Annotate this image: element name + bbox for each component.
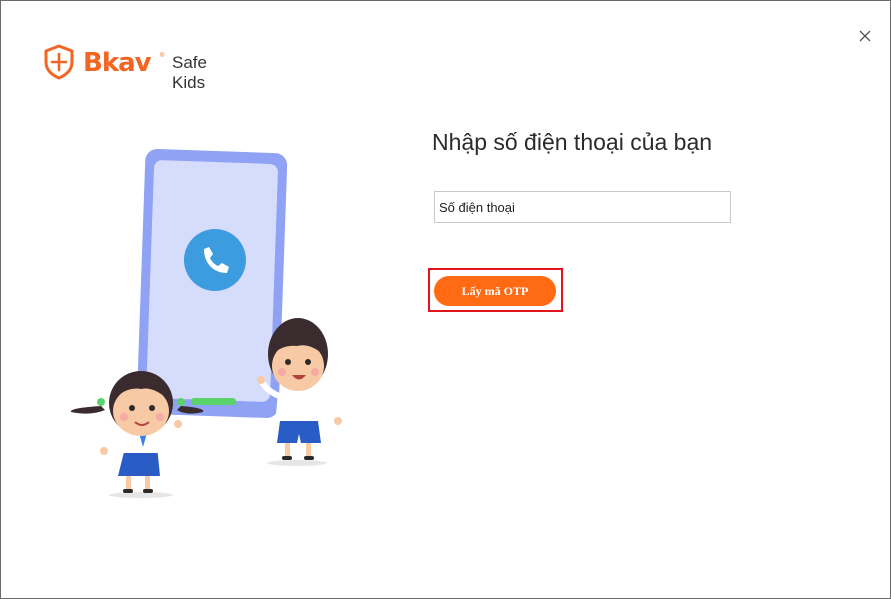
page-title: Nhập số điện thoại của bạn	[432, 129, 713, 155]
kids-phone-illustration	[70, 149, 342, 498]
get-otp-button[interactable]: Lấy mã OTP	[434, 276, 556, 306]
product-name: Safe Kids	[172, 53, 207, 92]
shield-plus-icon	[44, 44, 74, 80]
close-button[interactable]	[854, 25, 876, 47]
phone-call-icon	[184, 229, 246, 291]
brand-name: Bkav	[83, 48, 152, 78]
registered-mark: ®	[160, 53, 165, 59]
close-icon	[859, 30, 871, 42]
phone-number-input[interactable]	[434, 191, 731, 223]
app-window: Bkav ® Safe Kids Nhập số điện thoại của …	[0, 0, 891, 599]
